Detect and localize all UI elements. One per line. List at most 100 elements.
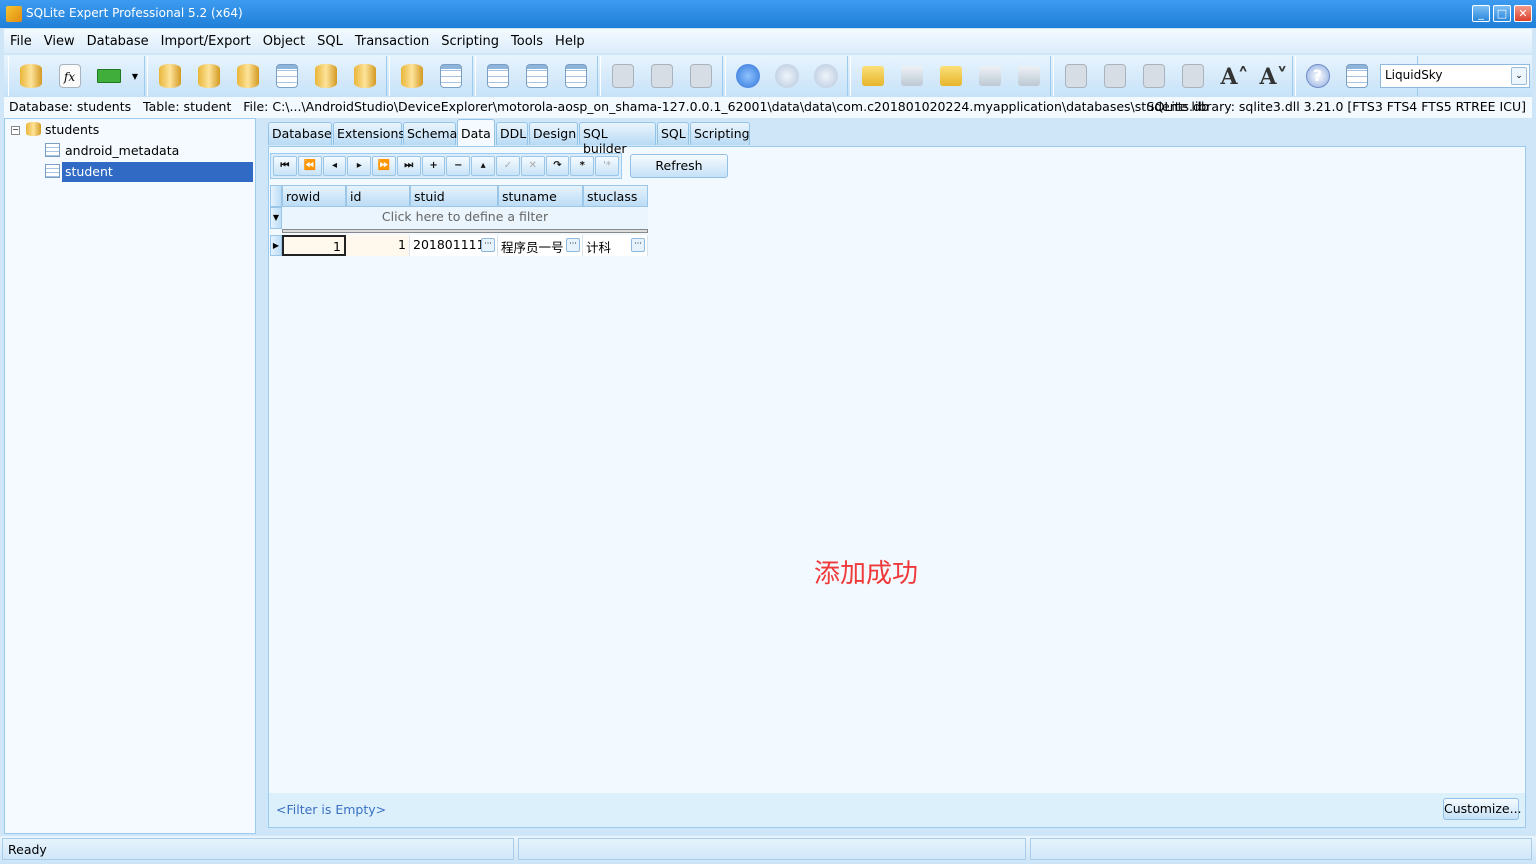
next-record-button[interactable]: ▸ — [347, 156, 372, 176]
commit-button[interactable] — [644, 59, 679, 93]
cell-rowid[interactable]: 1 — [282, 235, 346, 256]
filter-footer — [269, 793, 1525, 827]
prior-page-button[interactable]: ⏪ — [297, 156, 322, 176]
refresh-records-button[interactable]: ↷ — [545, 156, 570, 176]
menu-file[interactable]: File — [4, 34, 38, 49]
first-record-button[interactable]: ⏮ — [273, 156, 297, 176]
menu-view[interactable]: View — [38, 34, 81, 49]
next-page-button[interactable]: ⏩ — [372, 156, 396, 176]
chart-icon — [1181, 64, 1204, 88]
last-record-button[interactable]: ⏭ — [396, 156, 421, 176]
help-button[interactable]: ? — [1300, 59, 1335, 93]
function-button[interactable]: fx — [52, 59, 87, 93]
filter-status[interactable]: <Filter is Empty> — [276, 802, 386, 817]
prior-record-button[interactable]: ◂ — [322, 156, 347, 176]
maximize-button[interactable]: □ — [1493, 5, 1511, 22]
post-edit-button[interactable]: ✓ — [496, 156, 520, 176]
script-close-button[interactable] — [1011, 59, 1046, 93]
menu-transaction[interactable]: Transaction — [349, 34, 435, 49]
cancel-edit-button[interactable]: ✕ — [520, 156, 545, 176]
gear-button[interactable] — [1058, 59, 1093, 93]
run-transaction-button[interactable] — [683, 59, 718, 93]
tab-sql[interactable]: SQL — [657, 122, 689, 145]
tree-item-student[interactable]: student — [62, 162, 253, 182]
column-header-rowid[interactable]: rowid — [282, 185, 346, 207]
menu-sql[interactable]: SQL — [311, 34, 349, 49]
tab-schema[interactable]: Schema — [403, 122, 457, 145]
table-tools-button[interactable] — [269, 59, 304, 93]
collapse-icon[interactable]: − — [11, 126, 20, 135]
import-table-button[interactable] — [433, 59, 468, 93]
ellipsis-button[interactable]: ··· — [566, 238, 580, 252]
back-icon — [813, 64, 838, 88]
menu-import-export[interactable]: Import/Export — [155, 34, 257, 49]
tab-data[interactable]: Data — [457, 119, 495, 146]
menu-object[interactable]: Object — [257, 34, 311, 49]
skin-select[interactable]: LiquidSky ⌄ — [1380, 64, 1530, 88]
new-table-button[interactable] — [480, 59, 515, 93]
dropdown-arrow-icon[interactable]: ▼ — [130, 59, 140, 93]
menu-help[interactable]: Help — [549, 34, 591, 49]
database-tools-button[interactable] — [308, 59, 343, 93]
column-header-stuclass[interactable]: stuclass — [583, 185, 648, 207]
font-decrease-button[interactable]: A˅ — [1253, 59, 1288, 93]
exit-button[interactable] — [91, 59, 126, 93]
menu-database[interactable]: Database — [81, 34, 155, 49]
tab-extensions[interactable]: Extensions — [333, 122, 405, 145]
refresh-button[interactable]: Refresh — [630, 154, 728, 178]
chevron-down-icon[interactable]: ⌄ — [1511, 67, 1527, 85]
transfer-database-button[interactable] — [394, 59, 429, 93]
save-database-button[interactable] — [347, 59, 382, 93]
insert-null-button[interactable]: * — [570, 156, 595, 176]
column-header-id[interactable]: id — [346, 185, 410, 207]
menu-scripting[interactable]: Scripting — [435, 34, 505, 49]
exit-icon — [96, 69, 121, 83]
cell-stuid[interactable]: 201801111 ··· — [410, 235, 498, 256]
paste-button[interactable] — [1136, 59, 1171, 93]
column-header-stuid[interactable]: stuid — [410, 185, 498, 207]
copy-button[interactable] — [1097, 59, 1132, 93]
ellipsis-button[interactable]: ··· — [481, 238, 495, 252]
cell-stuname[interactable]: 程序员一号 ··· — [498, 235, 583, 256]
script-disabled-button[interactable] — [894, 59, 929, 93]
cell-stuclass[interactable]: 计科 ··· — [583, 235, 648, 256]
database-user-button[interactable] — [230, 59, 265, 93]
tab-sql-builder[interactable]: SQL builder — [579, 122, 656, 156]
column-header-stuname[interactable]: stuname — [498, 185, 583, 207]
download-update-button[interactable] — [1339, 59, 1374, 93]
chart-button[interactable] — [1175, 59, 1210, 93]
cell-id[interactable]: 1 — [346, 235, 410, 256]
insert-default-button[interactable]: '* — [595, 156, 619, 176]
tree-item-students[interactable]: students — [42, 120, 102, 140]
refresh-database-button[interactable] — [152, 59, 187, 93]
edit-record-button[interactable]: ▴ — [471, 156, 496, 176]
ellipsis-button[interactable]: ··· — [631, 238, 645, 252]
back-button[interactable] — [808, 59, 843, 93]
menu-tools[interactable]: Tools — [505, 34, 549, 49]
close-button[interactable]: ✕ — [1514, 5, 1532, 22]
attach-database-button[interactable] — [13, 59, 48, 93]
customize-button[interactable]: Customize... — [1443, 798, 1522, 820]
script-run-button[interactable] — [933, 59, 968, 93]
filter-icon[interactable]: ▼ — [270, 207, 282, 229]
script-save-button[interactable] — [972, 59, 1007, 93]
design-table-button[interactable] — [519, 59, 554, 93]
sql-editor-button[interactable] — [605, 59, 640, 93]
tab-database[interactable]: Database — [268, 122, 332, 145]
tab-ddl[interactable]: DDL — [496, 122, 528, 145]
minimize-button[interactable]: _ — [1472, 5, 1490, 22]
delete-record-button[interactable]: − — [446, 156, 471, 176]
tree-item-android-metadata[interactable]: android_metadata — [62, 141, 182, 161]
filter-row[interactable]: Click here to define a filter — [282, 207, 648, 229]
play-button[interactable] — [730, 59, 765, 93]
tab-scripting[interactable]: Scripting — [690, 122, 750, 145]
new-view-button[interactable] — [558, 59, 593, 93]
script-button[interactable] — [855, 59, 890, 93]
tab-design[interactable]: Design — [529, 122, 578, 145]
insert-record-button[interactable]: + — [421, 156, 446, 176]
step-button[interactable] — [769, 59, 804, 93]
toolbar-group — [475, 56, 598, 96]
font-increase-button[interactable]: A˄ — [1214, 59, 1249, 93]
toolbar-group — [600, 56, 723, 96]
check-database-button[interactable] — [191, 59, 226, 93]
